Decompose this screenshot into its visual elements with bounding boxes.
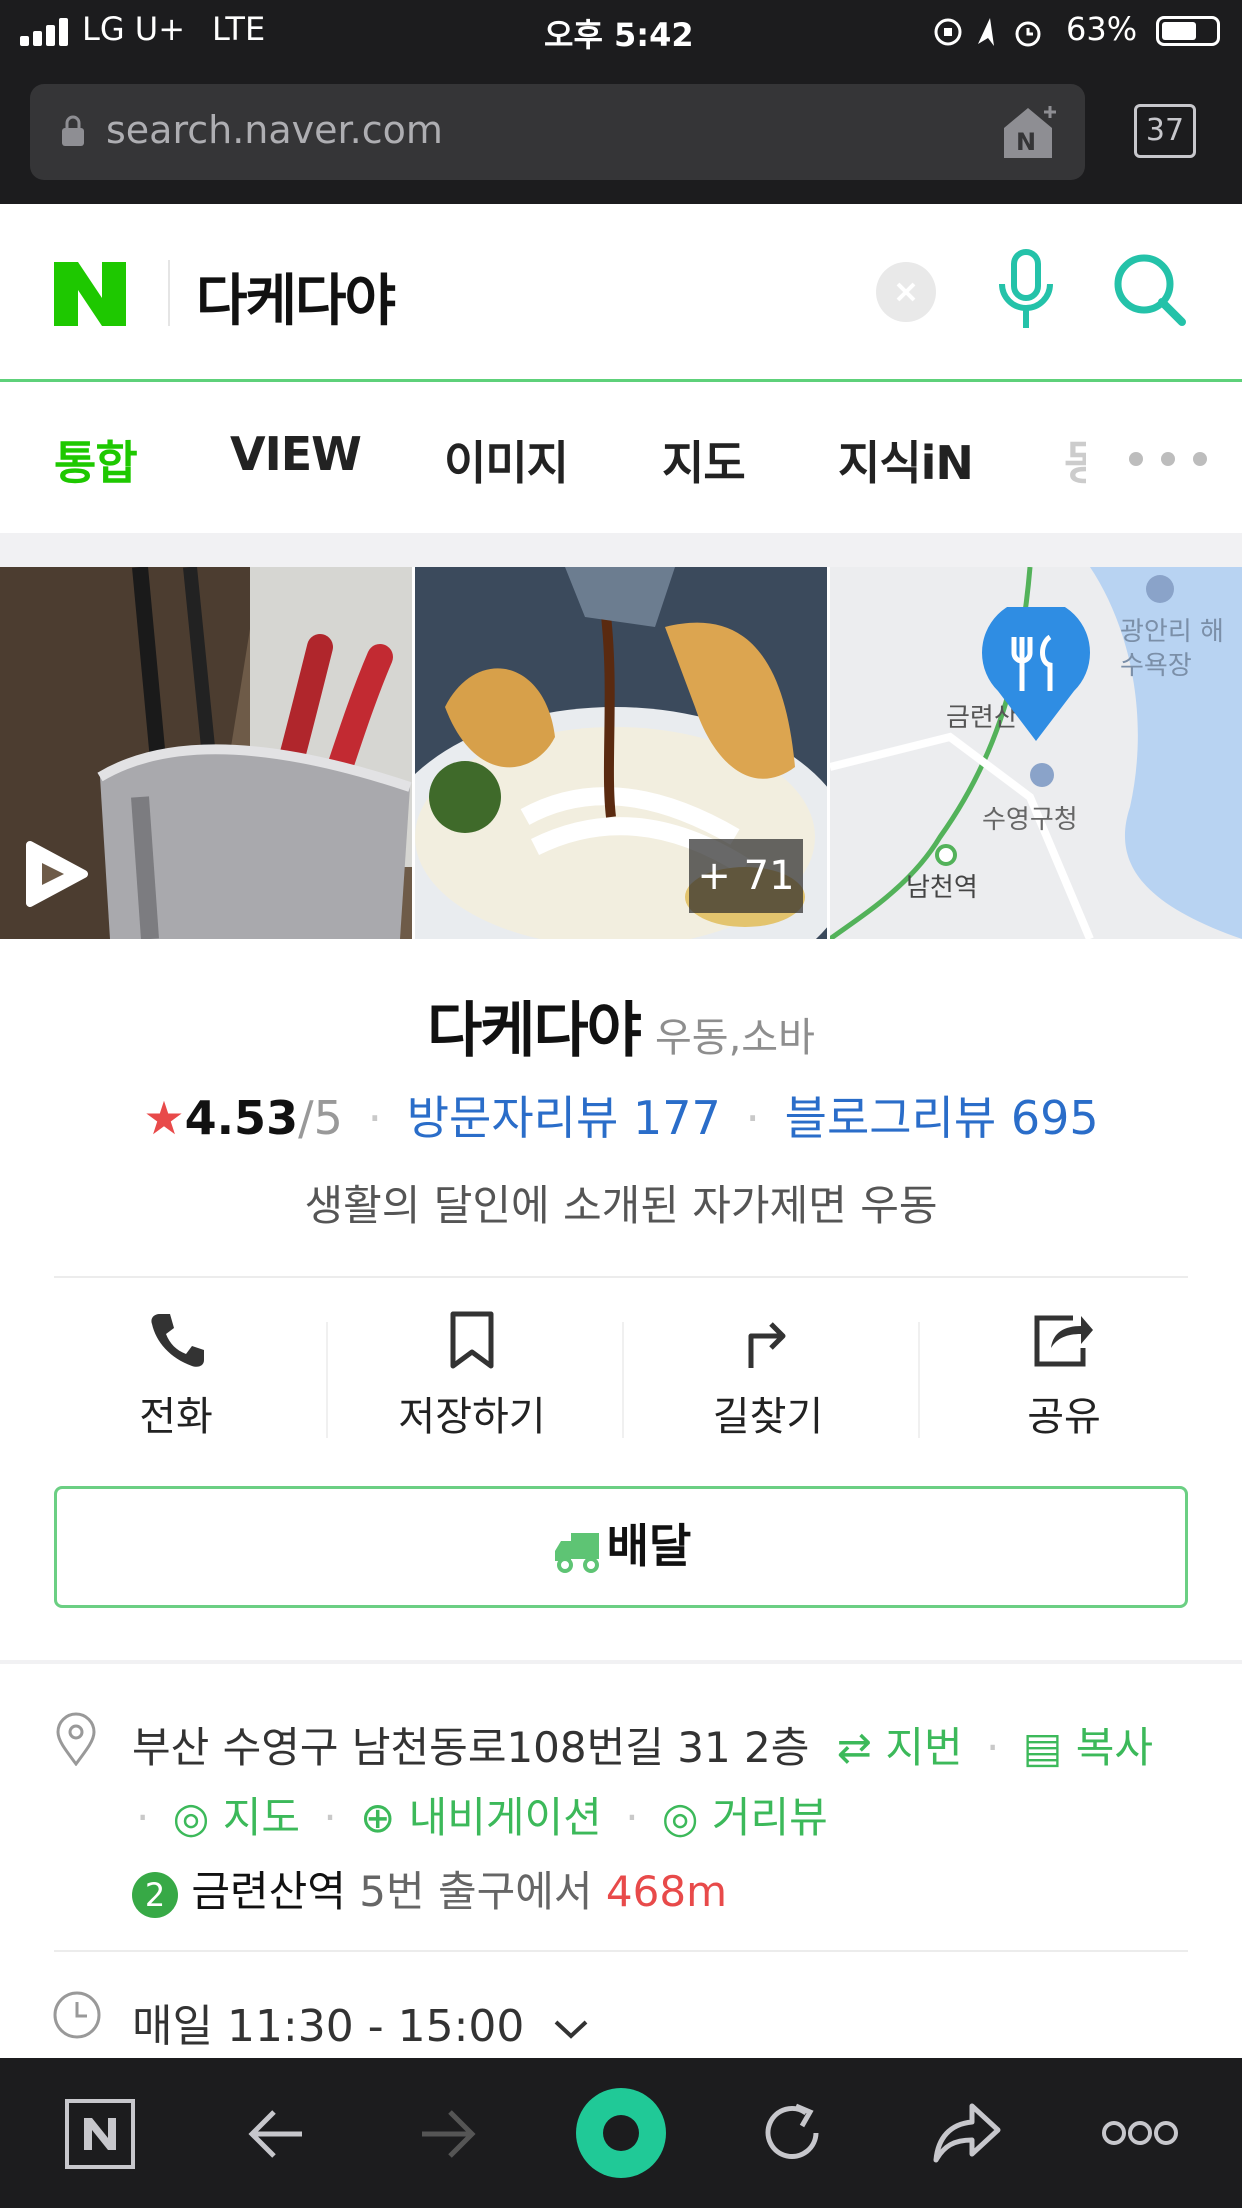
network-label: LTE [212, 10, 266, 48]
blog-reviews-link[interactable]: 블로그리뷰 695 [785, 1091, 1099, 1145]
phone-icon [151, 1314, 204, 1367]
directions-button[interactable]: 길찾기 [620, 1310, 916, 1442]
lot-number-link[interactable]: ⇄ 지번 [837, 1723, 963, 1772]
play-icon[interactable] [22, 837, 92, 911]
photo-video-thumbnail[interactable] [0, 567, 412, 939]
save-label: 저장하기 [398, 1394, 546, 1440]
green-dot-icon[interactable] [574, 2086, 668, 2180]
tab-integrated[interactable]: 통합 [54, 427, 138, 493]
battery-icon [1156, 16, 1220, 46]
tab-view[interactable]: VIEW [230, 427, 362, 481]
map-pin-icon [982, 607, 1090, 741]
photo-food-thumbnail[interactable]: + 71 [415, 567, 827, 939]
svg-text:N: N [1016, 128, 1036, 156]
map-label-beach: 광안리 해수욕장 [1120, 617, 1224, 681]
url-text: search.naver.com [106, 108, 443, 152]
copy-address-link[interactable]: ▤ 복사 [1023, 1723, 1153, 1772]
station-exit: 5번 출구에서 [359, 1867, 593, 1916]
place-category: 우동,소바 [654, 1015, 815, 1061]
tab-kin[interactable]: 지식iN [838, 427, 974, 493]
separator-dot: · [136, 1793, 150, 1842]
share-label: 공유 [1027, 1394, 1101, 1440]
delivery-button[interactable]: 배달 [54, 1486, 1188, 1608]
station-name: 금련산역 [191, 1867, 346, 1916]
address-text: 부산 수영구 남천동로108번길 31 2층 [132, 1723, 810, 1772]
browser-toolbar [0, 2058, 1242, 2208]
address-row: 부산 수영구 남천동로108번길 31 2층 ⇄ 지번 · ▤ 복사 [132, 1714, 1153, 1775]
forward-icon[interactable] [418, 2106, 478, 2162]
visitor-reviews-link[interactable]: 방문자리뷰 177 [407, 1091, 721, 1145]
signal-icon [20, 18, 72, 46]
hours-row[interactable]: 매일 11:30 - 15:00 [132, 1990, 590, 2054]
rating-max: /5 [298, 1091, 343, 1145]
subway-row: 2 금련산역 5번 출구에서 468m [132, 1858, 727, 1919]
tab-more-partial[interactable]: 동 [1064, 427, 1086, 493]
section-gap [0, 1660, 1242, 1664]
directions-label: 길찾기 [712, 1394, 824, 1440]
chevron-down-icon [555, 2020, 588, 2039]
location-pin-icon [56, 1712, 96, 1766]
navigation-link[interactable]: ⊕ 내비게이션 [360, 1793, 602, 1842]
subway-line-badge: 2 [132, 1871, 178, 1918]
close-icon [896, 282, 916, 302]
star-icon: ★ [143, 1091, 185, 1145]
directions-icon [748, 1322, 786, 1368]
refresh-icon[interactable] [760, 2100, 826, 2166]
address-links-row: · ◎ 지도 · ⊕ 내비게이션 · ◎ 거리뷰 [126, 1784, 828, 1845]
clear-search-button[interactable] [876, 262, 936, 322]
microphone-icon[interactable] [990, 248, 1062, 338]
map-label-office: 수영구청 [982, 805, 1078, 835]
map-thumbnail[interactable]: 광안리 해수욕장 금련산 수영구청 남천역 [830, 567, 1242, 939]
separator-dot: · [323, 1793, 337, 1842]
map-label-station: 남천역 [906, 873, 978, 903]
share-page-icon[interactable] [932, 2102, 1002, 2164]
separator-dot: · [985, 1723, 1000, 1772]
save-button[interactable]: 저장하기 [324, 1310, 620, 1442]
place-tagline: 생활의 달인에 소개된 자가제면 우동 [304, 1181, 938, 1230]
rating-value: 4.53 [184, 1091, 299, 1145]
divider [54, 1276, 1188, 1278]
clock: 오후 5:42 [544, 16, 694, 54]
more-tabs-icon[interactable] [1128, 451, 1210, 467]
more-photos-badge[interactable]: + 71 [689, 839, 803, 913]
tab-images[interactable]: 이미지 [444, 427, 569, 493]
status-icons [934, 18, 1041, 47]
rating-row: ★4.53/5 · 방문자리뷰 177 · 블로그리뷰 695 [0, 1082, 1242, 1148]
more-menu-icon[interactable] [1102, 2120, 1178, 2146]
carrier-label: LG U+ [82, 10, 186, 48]
clock-icon [53, 1991, 101, 2039]
divider [168, 260, 170, 326]
street-view-link[interactable]: ◎ 거리뷰 [662, 1793, 828, 1842]
bookmark-icon [450, 1311, 494, 1369]
naver-tab-icon[interactable] [64, 2098, 136, 2170]
naver-home-icon[interactable]: N [1000, 102, 1062, 160]
browser-chrome: LG U+ LTE 오후 5:42 63% search.naver.com N… [0, 0, 1242, 204]
search-tabs: 통합 VIEW 이미지 지도 지식iN 동 [0, 385, 1242, 533]
share-button[interactable]: 공유 [916, 1310, 1212, 1442]
map-link[interactable]: ◎ 지도 [173, 1793, 300, 1842]
hours-text: 매일 11:30 - 15:00 [132, 2001, 525, 2052]
place-title: 다케다야 우동,소바 [0, 982, 1242, 1069]
divider [54, 1950, 1188, 1952]
separator-dot: · [367, 1091, 383, 1145]
tab-switcher-button[interactable]: 37 [1134, 104, 1196, 158]
call-label: 전화 [139, 1394, 213, 1440]
search-icon[interactable] [1110, 250, 1192, 332]
lock-icon [62, 115, 84, 146]
separator-dot: · [745, 1091, 760, 1145]
delivery-truck-icon [554, 1532, 599, 1573]
place-name[interactable]: 다케다야 [427, 996, 642, 1066]
delivery-label: 배달 [606, 1519, 692, 1573]
station-distance: 468m [605, 1867, 727, 1916]
search-query[interactable]: 다케다야 [196, 256, 396, 337]
section-gap [0, 533, 1242, 567]
tab-map[interactable]: 지도 [662, 427, 746, 493]
share-icon [1034, 1315, 1093, 1367]
back-icon[interactable] [246, 2106, 306, 2162]
separator-dot: · [625, 1793, 639, 1842]
call-button[interactable]: 전화 [28, 1310, 324, 1442]
battery-percent: 63% [1066, 10, 1138, 48]
url-bar[interactable]: search.naver.com N [30, 84, 1085, 180]
naver-logo-icon[interactable] [54, 262, 126, 326]
